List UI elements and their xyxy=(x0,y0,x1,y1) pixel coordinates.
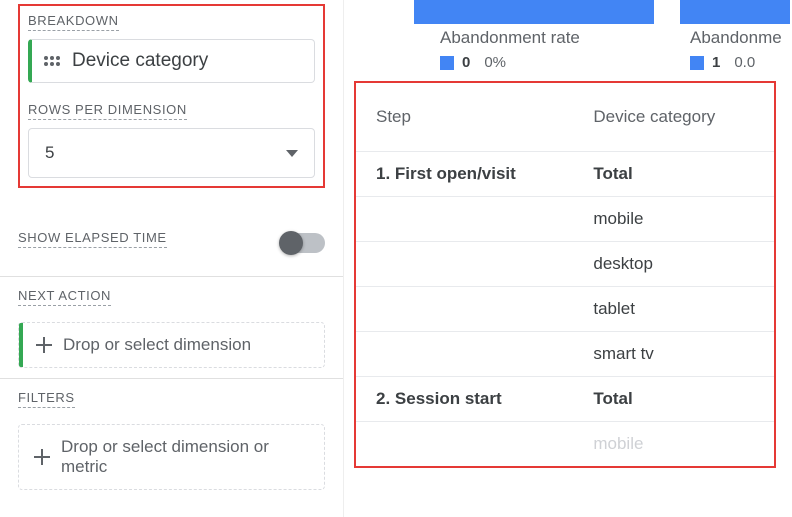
abandonment-pct: 0.0 xyxy=(734,54,755,71)
cell-step: 1. First open/visit xyxy=(356,152,573,197)
filters-dropzone[interactable]: Drop or select dimension or metric xyxy=(18,424,325,490)
table-highlight: Step Device category 1. First open/visit… xyxy=(354,81,776,468)
table-row[interactable]: tablet xyxy=(356,287,774,332)
breakdown-chip[interactable]: Device category xyxy=(28,39,315,83)
elapsed-time-toggle[interactable] xyxy=(281,233,325,253)
table-row[interactable]: desktop xyxy=(356,242,774,287)
rows-per-dimension-label: ROWS PER DIMENSION xyxy=(28,102,187,120)
divider xyxy=(0,276,343,277)
series-swatch-icon xyxy=(440,56,454,70)
cell-step: 2. Session start xyxy=(356,377,573,422)
bar xyxy=(414,0,654,24)
filters-placeholder: Drop or select dimension or metric xyxy=(61,437,310,477)
cell-device: tablet xyxy=(573,287,774,332)
cell-step xyxy=(356,242,573,287)
abandonment-value: 1 xyxy=(712,54,720,71)
table-row[interactable]: 1. First open/visitTotal xyxy=(356,152,774,197)
cell-device: mobile xyxy=(573,197,774,242)
series-swatch-icon xyxy=(690,56,704,70)
steps-table: Step Device category 1. First open/visit… xyxy=(356,83,774,466)
cell-step xyxy=(356,197,573,242)
cell-device: Total xyxy=(573,152,774,197)
next-action-placeholder: Drop or select dimension xyxy=(63,335,251,355)
settings-panel: BREAKDOWN Device category ROWS PER DIMEN… xyxy=(0,0,344,517)
abandonment-label: Abandonment rate xyxy=(440,28,654,48)
funnel-mini-charts: Abandonment rate 0 0% Abandonme 1 0.0 xyxy=(414,0,792,71)
col-device: Device category xyxy=(573,83,774,152)
rows-per-dimension-select[interactable]: 5 xyxy=(28,128,315,178)
table-row[interactable]: 2. Session startTotal xyxy=(356,377,774,422)
breakdown-chip-label: Device category xyxy=(72,50,208,72)
cell-step xyxy=(356,422,573,467)
cell-step xyxy=(356,332,573,377)
abandonment-card: Abandonme 1 0.0 xyxy=(680,0,790,71)
next-action-dropzone[interactable]: Drop or select dimension xyxy=(18,322,325,368)
table-row[interactable]: mobile xyxy=(356,422,774,467)
abandonment-card: Abandonment rate 0 0% xyxy=(414,0,654,71)
cell-device: mobile xyxy=(573,422,774,467)
bar xyxy=(680,0,790,24)
rows-per-dimension-value: 5 xyxy=(45,143,54,163)
cell-step xyxy=(356,287,573,332)
next-action-label: NEXT ACTION xyxy=(18,288,111,306)
show-elapsed-time-label: SHOW ELAPSED TIME xyxy=(18,230,167,248)
table-row[interactable]: mobile xyxy=(356,197,774,242)
plus-icon xyxy=(33,448,51,466)
filters-label: FILTERS xyxy=(18,390,75,408)
breakdown-highlight: BREAKDOWN Device category ROWS PER DIMEN… xyxy=(18,4,325,188)
caret-down-icon xyxy=(286,150,298,157)
cell-device: Total xyxy=(573,377,774,422)
cell-device: desktop xyxy=(573,242,774,287)
table-row[interactable]: smart tv xyxy=(356,332,774,377)
dimension-accent xyxy=(19,323,23,367)
abandonment-pct: 0% xyxy=(484,54,506,71)
divider xyxy=(0,378,343,379)
abandonment-value: 0 xyxy=(462,54,470,71)
drag-handle-icon[interactable] xyxy=(44,56,62,66)
breakdown-label: BREAKDOWN xyxy=(28,13,119,31)
col-step: Step xyxy=(356,83,573,152)
toggle-knob xyxy=(279,231,303,255)
abandonment-label: Abandonme xyxy=(690,28,790,48)
cell-device: smart tv xyxy=(573,332,774,377)
plus-icon xyxy=(35,336,53,354)
results-panel: Abandonment rate 0 0% Abandonme 1 0.0 xyxy=(344,0,792,517)
